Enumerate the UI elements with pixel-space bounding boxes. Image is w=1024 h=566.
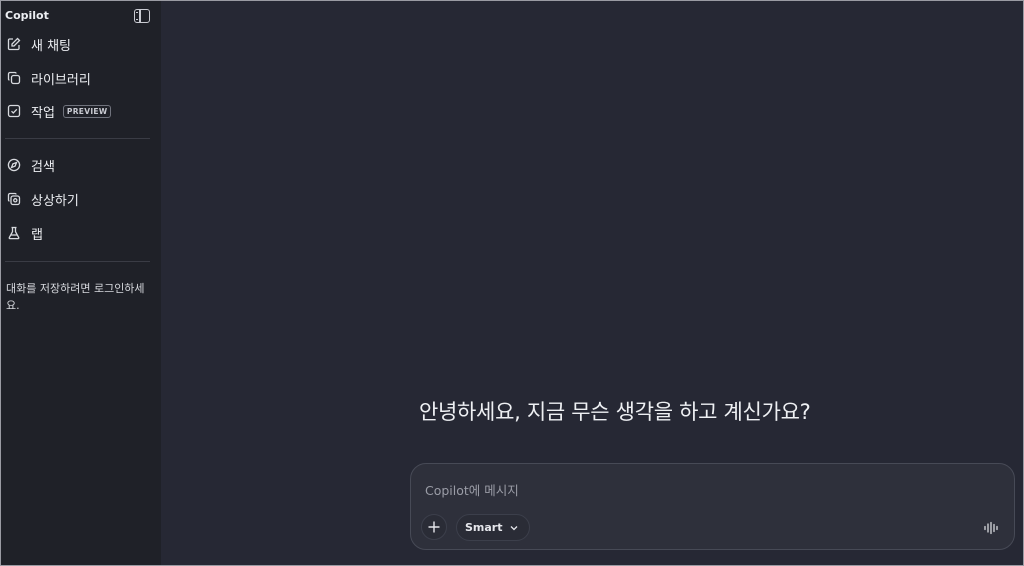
sidebar-divider xyxy=(5,261,150,262)
sidebar-item-label: 새 채팅 xyxy=(31,38,72,54)
library-icon xyxy=(7,71,21,85)
sidebar-divider xyxy=(5,138,150,139)
sidebar-item-label: 랩 xyxy=(31,227,43,243)
chat-main: 안녕하세요, 지금 무슨 생각을 하고 계신가요? Smart xyxy=(161,1,1023,565)
message-input[interactable] xyxy=(425,480,985,500)
sidebar-item-label: 라이브러리 xyxy=(31,72,91,88)
login-prompt-text: 대화를 저장하려면 로그인하세요. xyxy=(6,282,145,312)
compass-icon xyxy=(7,158,21,172)
greeting-heading: 안녕하세요, 지금 무슨 생각을 하고 계신가요? xyxy=(419,400,811,424)
mode-label: Smart xyxy=(465,521,503,534)
imagine-icon xyxy=(7,192,21,206)
preview-badge: PREVIEW xyxy=(62,104,112,118)
sidebar-item-library[interactable]: 라이브러리 xyxy=(1,64,161,92)
voice-waveform-icon xyxy=(983,520,999,536)
sidebar-item-label: 상상하기 xyxy=(31,193,79,209)
tasks-icon xyxy=(7,104,21,118)
sidebar-item-tasks[interactable]: 작업 PREVIEW xyxy=(1,97,161,125)
add-attachment-button[interactable] xyxy=(421,514,447,540)
edit-icon xyxy=(7,37,21,51)
flask-icon xyxy=(7,226,21,240)
app-window: Copilot 새 채팅 라이브러리 작업 PREVIEW 검색 상상하기 랩 … xyxy=(0,0,1024,566)
brand-title: Copilot xyxy=(5,9,49,22)
sidebar-toggle-icon[interactable] xyxy=(134,9,150,23)
chevron-down-icon xyxy=(509,523,519,533)
sidebar: Copilot 새 채팅 라이브러리 작업 PREVIEW 검색 상상하기 랩 … xyxy=(1,1,161,565)
sidebar-item-label: 작업 xyxy=(31,105,55,121)
voice-input-button[interactable] xyxy=(978,515,1004,541)
sidebar-item-imagine[interactable]: 상상하기 xyxy=(1,185,161,213)
sidebar-item-search[interactable]: 검색 xyxy=(1,151,161,179)
plus-icon xyxy=(427,520,441,534)
sidebar-item-labs[interactable]: 랩 xyxy=(1,219,161,247)
message-composer: Smart xyxy=(410,463,1015,550)
sidebar-item-label: 검색 xyxy=(31,159,55,175)
mode-selector-button[interactable]: Smart xyxy=(456,514,530,541)
sidebar-item-new-chat[interactable]: 새 채팅 xyxy=(1,30,161,58)
